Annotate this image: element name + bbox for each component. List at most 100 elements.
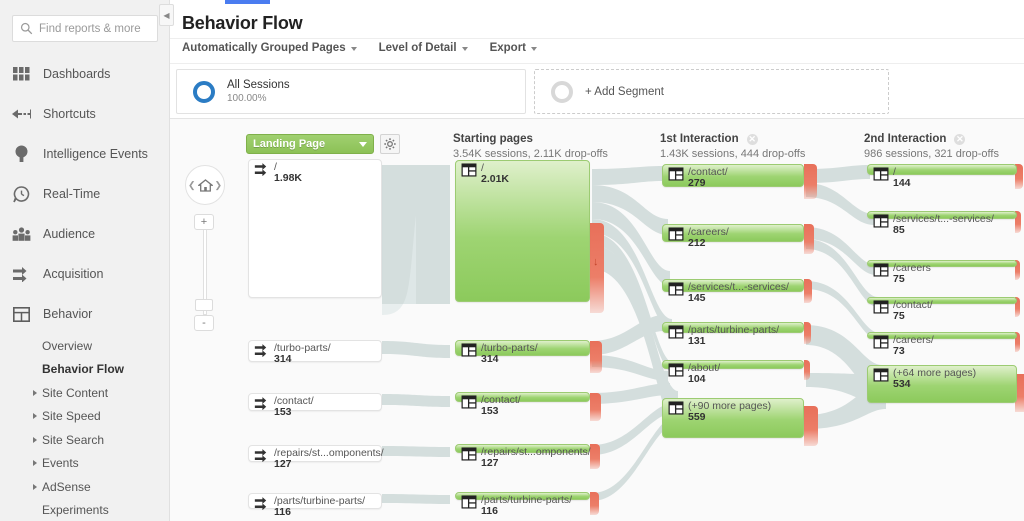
grouping-dropdown[interactable]: Automatically Grouped Pages	[182, 42, 357, 54]
subitem-label: Experiments	[42, 503, 109, 517]
chevron-left-icon: ◀	[163, 11, 169, 20]
subitem-label: Site Content	[42, 386, 108, 400]
page-icon	[873, 368, 889, 385]
export-dropdown[interactable]: Export	[490, 42, 537, 54]
sidebar-subitem-site-speed[interactable]: Site Speed	[0, 405, 169, 429]
page-icon	[873, 335, 889, 352]
level-of-detail-dropdown[interactable]: Level of Detail	[379, 42, 468, 54]
second-interaction-node[interactable]: /services/t...-services/ 85	[867, 211, 1017, 219]
page-icon	[461, 495, 477, 512]
clock-speech-icon	[10, 184, 32, 204]
dropoff-bar	[590, 341, 602, 373]
sidebar-subitem-behavior-flow[interactable]: Behavior Flow	[0, 358, 169, 382]
chevron-right-icon	[33, 413, 37, 419]
home-icon	[198, 179, 213, 192]
node-value: 153	[274, 406, 292, 418]
close-icon[interactable]: ✕	[747, 134, 758, 145]
close-icon[interactable]: ✕	[954, 134, 965, 145]
page-icon	[461, 343, 477, 360]
node-value: 116	[481, 505, 498, 517]
search-input[interactable]	[12, 15, 158, 42]
page-icon	[873, 300, 889, 317]
sidebar-subitem-adsense[interactable]: AdSense	[0, 475, 169, 499]
node-value: 559	[688, 411, 706, 423]
dropoff-bar	[804, 279, 812, 303]
collapse-sidebar-button[interactable]: ◀	[159, 4, 174, 26]
grid-icon	[10, 64, 32, 84]
landing-node[interactable]: /parts/turbine-parts/ 116	[248, 493, 382, 509]
add-segment-button[interactable]: + Add Segment	[534, 69, 889, 114]
second-interaction-node[interactable]: /careers 75	[867, 260, 1017, 267]
page-icon	[668, 325, 684, 342]
column-header-starting-pages: Starting pages 3.54K sessions, 2.11K dro…	[453, 133, 608, 160]
node-value: 1.98K	[274, 172, 302, 184]
landing-node[interactable]: /repairs/st...omponents/ 127	[248, 445, 382, 462]
subitem-label: AdSense	[42, 480, 91, 494]
first-interaction-node[interactable]: (+90 more pages) 559	[662, 398, 804, 438]
first-interaction-node[interactable]: /careers/ 212	[662, 224, 804, 242]
sidebar-subitem-site-search[interactable]: Site Search	[0, 428, 169, 452]
home-button[interactable]: ❮ ❯	[185, 165, 225, 205]
zoom-out-button[interactable]: -	[194, 315, 214, 331]
first-interaction-node[interactable]: /services/t...-services/ 145	[662, 279, 804, 292]
starting-page-node[interactable]: / 2.01K	[455, 160, 590, 302]
segment-percent: 100.00%	[227, 92, 290, 105]
segment-name: All Sessions	[227, 78, 290, 92]
chevron-right-icon: ❯	[215, 180, 223, 191]
behavior-flow-canvas[interactable]: Landing Page Starting pages 3.54K se	[170, 119, 1024, 521]
chevron-down-icon	[351, 47, 357, 51]
second-interaction-node[interactable]: / 144	[867, 164, 1017, 175]
add-segment-label: + Add Segment	[585, 86, 664, 98]
landing-node[interactable]: /contact/ 153	[248, 393, 382, 411]
chevron-right-icon	[33, 460, 37, 466]
dropoff-bar	[804, 164, 817, 199]
landing-node[interactable]: /turbo-parts/ 314	[248, 340, 382, 362]
sidebar-item-behavior[interactable]: Behavior	[0, 294, 169, 334]
sidebar-item-label: Real-Time	[43, 187, 100, 201]
second-interaction-node[interactable]: /careers/ 73	[867, 332, 1017, 339]
first-interaction-node[interactable]: /parts/turbine-parts/ 131	[662, 322, 804, 333]
sidebar-item-real-time[interactable]: Real-Time	[0, 174, 169, 214]
sidebar-item-acquisition[interactable]: Acquisition	[0, 254, 169, 294]
landing-node[interactable]: / 1.98K	[248, 159, 382, 298]
page-icon	[873, 263, 889, 280]
sidebar-subitem-events[interactable]: Events	[0, 452, 169, 476]
dimension-selector[interactable]: Landing Page	[246, 134, 374, 154]
lightbulb-icon	[10, 144, 32, 164]
sidebar-item-label: Acquisition	[43, 267, 103, 281]
page-icon	[873, 167, 889, 184]
starting-page-node[interactable]: /parts/turbine-parts/ 116	[455, 492, 590, 500]
search-wrapper	[12, 15, 157, 42]
page-title: Behavior Flow	[182, 13, 302, 34]
report-toolbar: Automatically Grouped Pages Level of Det…	[182, 42, 537, 54]
chevron-down-icon	[531, 47, 537, 51]
zoom-in-button[interactable]: +	[194, 214, 214, 230]
node-value: 314	[481, 353, 499, 365]
dimension-settings-button[interactable]	[380, 134, 400, 154]
page-icon	[461, 395, 477, 412]
page-icon	[461, 163, 477, 180]
sidebar-item-intelligence-events[interactable]: Intelligence Events	[0, 134, 169, 174]
sidebar-subitem-experiments[interactable]: Experiments	[0, 499, 169, 521]
second-interaction-node[interactable]: (+64 more pages) 534	[867, 365, 1017, 403]
arrows-right-icon	[10, 264, 32, 284]
sidebar-item-dashboards[interactable]: Dashboards	[0, 54, 169, 94]
column-title: 1st Interaction	[660, 133, 739, 145]
zoom-slider-thumb[interactable]	[195, 299, 213, 311]
second-interaction-node[interactable]: /contact/ 75	[867, 297, 1017, 304]
first-interaction-node[interactable]: /contact/ 279	[662, 164, 804, 187]
segment-all-sessions[interactable]: All Sessions 100.00%	[176, 69, 526, 114]
column-subtitle: 3.54K sessions, 2.11K drop-offs	[453, 148, 608, 160]
starting-page-node[interactable]: /turbo-parts/ 314	[455, 340, 590, 356]
sidebar-item-shortcuts[interactable]: Shortcuts	[0, 94, 169, 134]
main-content: Behavior Flow Automatically Grouped Page…	[170, 0, 1024, 521]
sidebar-subitem-site-content[interactable]: Site Content	[0, 381, 169, 405]
node-value: 75	[893, 310, 905, 322]
starting-page-node[interactable]: /contact/ 153	[455, 392, 590, 402]
node-value: 144	[893, 177, 911, 189]
sidebar-subitem-overview[interactable]: Overview	[0, 334, 169, 358]
sidebar-item-audience[interactable]: Audience	[0, 214, 169, 254]
first-interaction-node[interactable]: /about/ 104	[662, 360, 804, 369]
starting-page-node[interactable]: /repairs/st...omponents/ 127	[455, 444, 590, 453]
column-subtitle: 986 sessions, 321 drop-offs	[864, 148, 999, 160]
